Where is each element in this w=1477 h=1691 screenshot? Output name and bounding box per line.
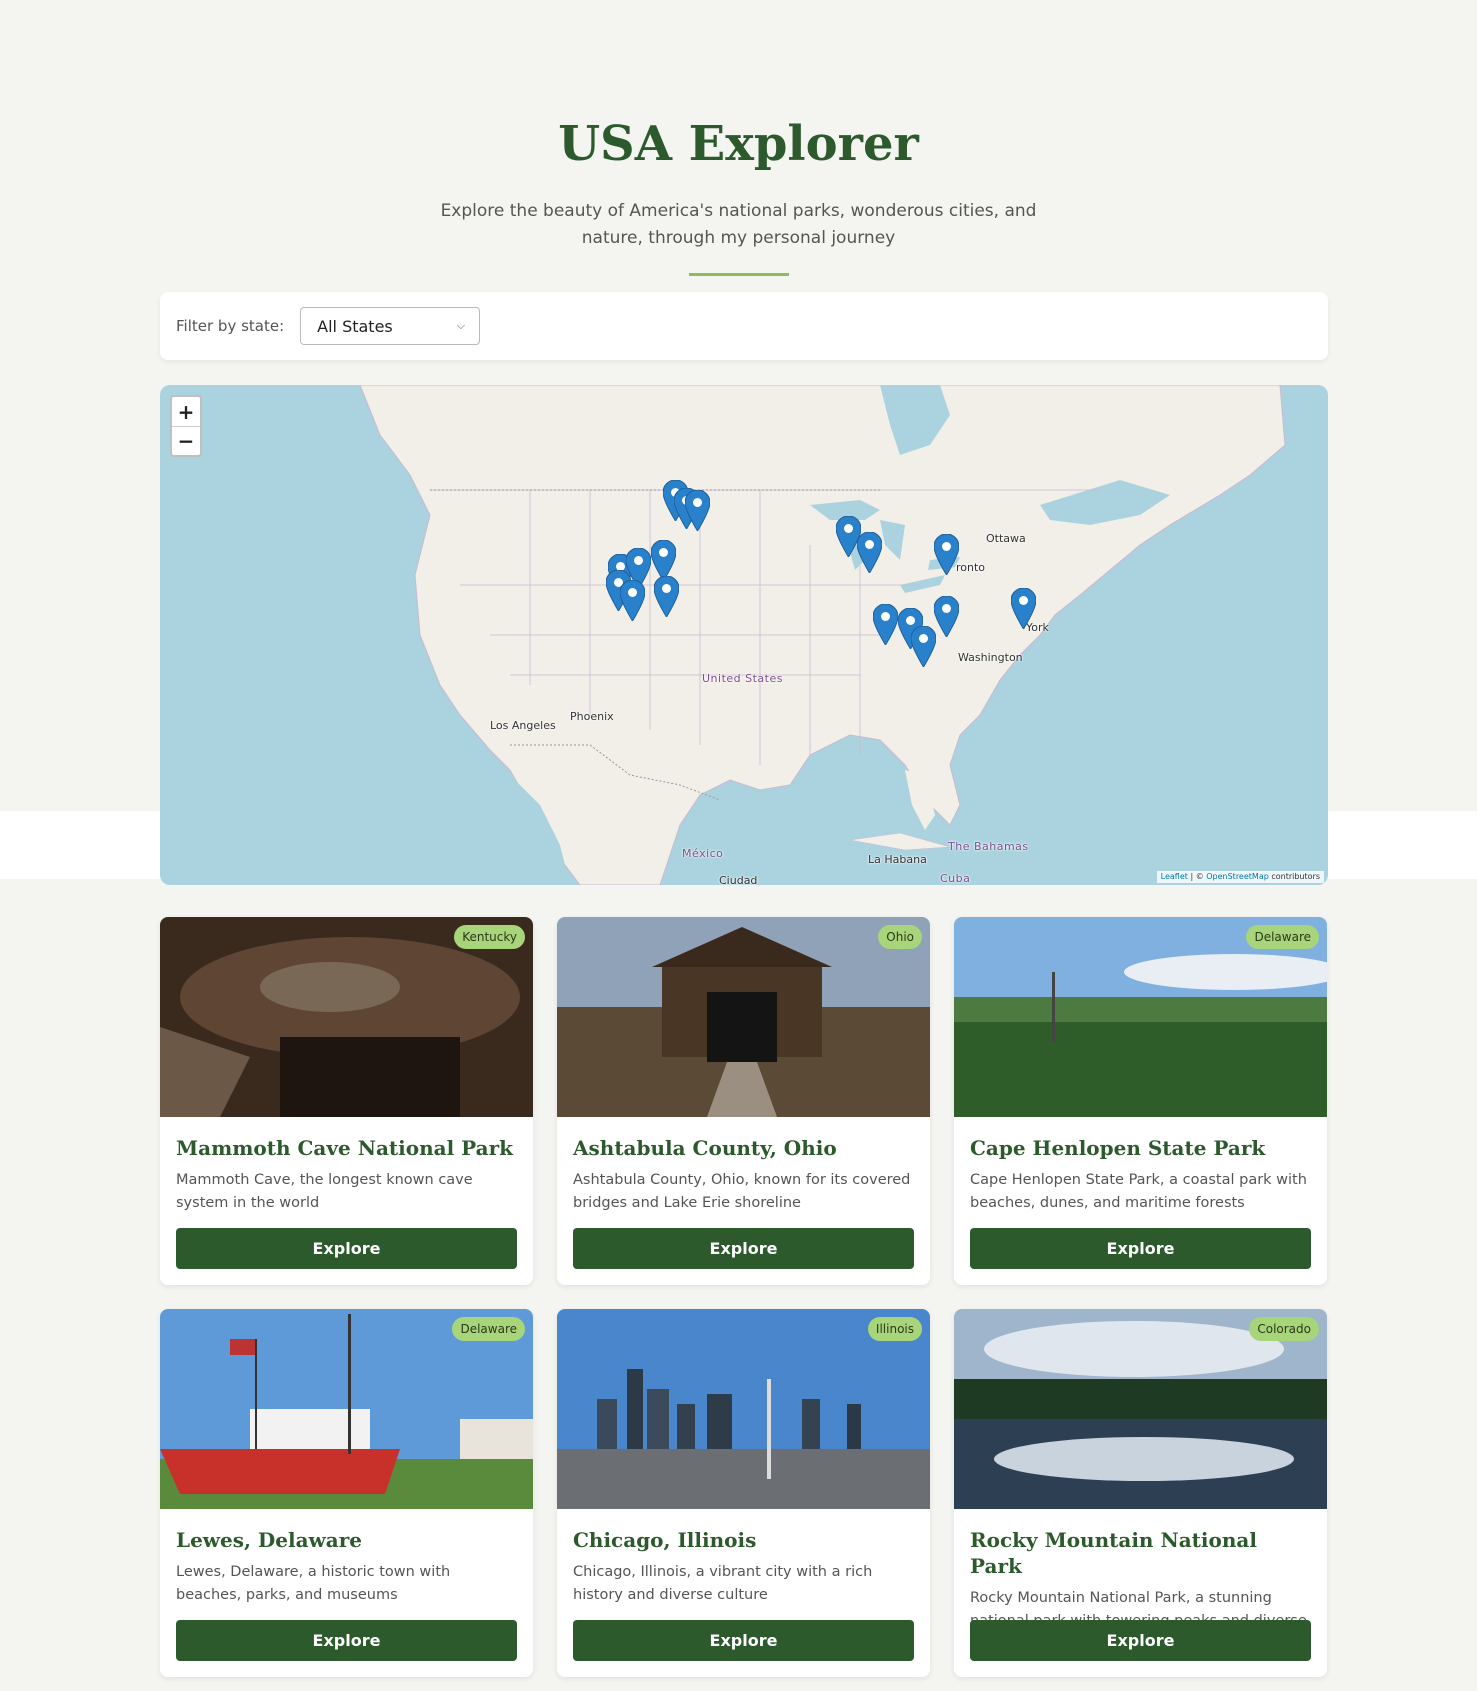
card-description: Cape Henlopen State Park, a coastal park…	[970, 1172, 1307, 1211]
filter-label: Filter by state:	[176, 317, 285, 335]
map-label-phoenix: Phoenix	[570, 710, 614, 723]
explore-button[interactable]: Explore	[176, 1620, 517, 1661]
state-badge: Illinois	[867, 1317, 922, 1341]
map-marker-icon[interactable]	[654, 576, 679, 617]
map-marker-icon[interactable]	[685, 490, 710, 531]
card-title: Rocky Mountain National Park	[970, 1528, 1257, 1578]
card-title: Ashtabula County, Ohio	[573, 1136, 837, 1160]
map-tiles	[359, 385, 1286, 885]
card-image: Illinois	[557, 1309, 930, 1509]
card-description: Lewes, Delaware, a historic town with be…	[176, 1564, 451, 1603]
map-marker-icon[interactable]	[857, 532, 882, 573]
map-label-los-angeles: Los Angeles	[490, 719, 556, 732]
zoom-out-button[interactable]: −	[172, 426, 200, 455]
explore-button[interactable]: Explore	[573, 1228, 914, 1269]
card-description: Mammoth Cave, the longest known cave sys…	[176, 1172, 473, 1211]
card-title: Cape Henlopen State Park	[970, 1136, 1266, 1160]
destination-card: Colorado Rocky Mountain National Park Ro…	[954, 1309, 1327, 1677]
explore-button[interactable]: Explore	[970, 1620, 1311, 1661]
leaflet-link[interactable]: Leaflet	[1161, 872, 1188, 881]
osm-link[interactable]: OpenStreetMap	[1206, 872, 1269, 881]
map-label-ciudad: Ciudad	[719, 874, 758, 885]
attribution-separator: | ©	[1187, 872, 1207, 881]
state-badge: Colorado	[1249, 1317, 1319, 1341]
map-marker-icon[interactable]	[934, 596, 959, 637]
map-marker-icon[interactable]	[911, 626, 936, 667]
map-marker-icon[interactable]	[620, 580, 645, 621]
map-label-washington: Washington	[958, 651, 1023, 664]
map-label-ottawa: Ottawa	[986, 532, 1026, 545]
map-attribution: Leaflet | © OpenStreetMap contributors	[1156, 871, 1324, 883]
state-badge: Kentucky	[454, 925, 525, 949]
card-description: Ashtabula County, Ohio, known for its co…	[573, 1172, 911, 1211]
map-label-la-habana: La Habana	[868, 853, 927, 866]
card-image: Ohio	[557, 917, 930, 1117]
state-select[interactable]: All States ⌵	[300, 307, 481, 345]
card-title: Lewes, Delaware	[176, 1528, 362, 1552]
card-image: Kentucky	[160, 917, 533, 1117]
destination-grid: Kentucky Mammoth Cave National Park Mamm…	[160, 917, 1328, 1677]
state-badge: Delaware	[452, 1317, 525, 1341]
card-title: Chicago, Illinois	[573, 1528, 757, 1552]
map-label-mexico: México	[682, 847, 724, 860]
chevron-down-icon: ⌵	[456, 319, 466, 332]
card-image: Delaware	[954, 917, 1327, 1117]
card-image: Colorado	[954, 1309, 1327, 1509]
page-subtitle: Explore the beauty of America's national…	[440, 201, 1037, 248]
destination-card: Illinois Chicago, Illinois Chicago, Illi…	[557, 1309, 930, 1677]
map-label-toronto: ronto	[956, 561, 986, 574]
destination-card: Ohio Ashtabula County, Ohio Ashtabula Co…	[557, 917, 930, 1285]
filter-bar: Filter by state: All States ⌵	[160, 292, 1328, 360]
card-title: Mammoth Cave National Park	[176, 1136, 514, 1160]
card-image: Delaware	[160, 1309, 533, 1509]
destination-card: Kentucky Mammoth Cave National Park Mamm…	[160, 917, 533, 1285]
state-badge: Delaware	[1246, 925, 1319, 949]
map-label-united-states: United States	[702, 672, 783, 685]
map-marker-icon[interactable]	[873, 604, 898, 645]
explore-button[interactable]: Explore	[970, 1228, 1311, 1269]
state-select-value: All States	[317, 316, 393, 336]
map-marker-icon[interactable]	[651, 540, 676, 581]
map[interactable]: + − Ottawa ronto York Washington United …	[160, 385, 1328, 885]
card-description: Chicago, Illinois, a vibrant city with a…	[573, 1564, 873, 1603]
page-title: USA Explorer	[558, 116, 919, 172]
map-label-bahamas: The Bahamas	[948, 840, 1029, 853]
explore-button[interactable]: Explore	[176, 1228, 517, 1269]
zoom-control: + −	[170, 395, 202, 457]
page-header: USA Explorer Explore the beauty of Ameri…	[0, 112, 1477, 276]
map-marker-icon[interactable]	[1011, 588, 1036, 629]
state-badge: Ohio	[878, 925, 922, 949]
zoom-in-button[interactable]: +	[172, 397, 200, 426]
explore-button[interactable]: Explore	[573, 1620, 914, 1661]
title-divider	[688, 273, 789, 276]
map-marker-icon[interactable]	[934, 534, 959, 575]
map-label-cuba: Cuba	[940, 872, 971, 885]
destination-card: Delaware Cape Henlopen State Park Cape H…	[954, 917, 1327, 1285]
attribution-contributors: contributors	[1268, 872, 1320, 881]
destination-card: Delaware Lewes, Delaware Lewes, Delaware…	[160, 1309, 533, 1677]
